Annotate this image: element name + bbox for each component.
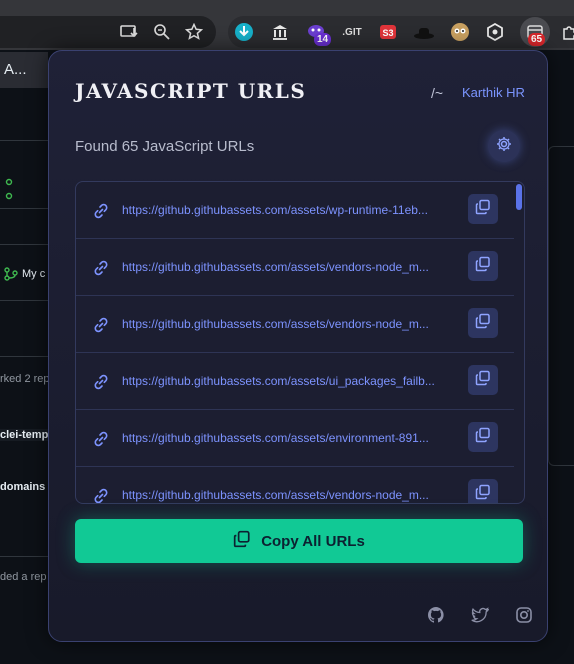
copy-icon xyxy=(475,484,491,504)
url-text[interactable]: https://github.githubassets.com/assets/v… xyxy=(122,316,460,332)
owl-extension-icon[interactable] xyxy=(448,20,472,44)
js-urls-popup: JAVASCRIPT URLS /~ Karthik HR Found 65 J… xyxy=(48,50,548,642)
copy-icon xyxy=(475,427,491,448)
link-icon xyxy=(92,259,110,277)
copy-url-button[interactable] xyxy=(468,422,498,452)
url-row: https://github.githubassets.com/assets/v… xyxy=(76,239,514,296)
copy-all-button[interactable]: Copy All URLs xyxy=(75,519,523,563)
url-text[interactable]: https://github.githubassets.com/assets/v… xyxy=(122,487,460,503)
divider xyxy=(0,140,48,141)
bg-repo-name[interactable]: clei-temp xyxy=(0,429,48,441)
git-extension-icon[interactable]: .GIT xyxy=(340,20,364,44)
bg-activity-text: ded a rep xyxy=(0,571,47,583)
extension-badge-14: 14 xyxy=(314,33,332,46)
copy-all-label: Copy All URLs xyxy=(261,532,365,550)
link-icon xyxy=(92,430,110,448)
github-icon[interactable] xyxy=(427,606,445,624)
zoom-icon[interactable] xyxy=(150,20,174,44)
copy-icon xyxy=(475,313,491,334)
svg-text:S3: S3 xyxy=(382,28,393,38)
divider xyxy=(0,556,48,557)
bg-activity-text: rked 2 rep xyxy=(0,373,48,385)
url-text[interactable]: https://github.githubassets.com/assets/v… xyxy=(122,259,460,275)
author-link[interactable]: Karthik HR xyxy=(462,85,525,100)
url-text[interactable]: https://github.githubassets.com/assets/w… xyxy=(122,202,460,218)
gear-icon xyxy=(496,136,512,157)
hexagon-extension-icon[interactable] xyxy=(483,20,507,44)
extensions-icon[interactable] xyxy=(558,20,574,44)
divider xyxy=(0,244,48,245)
s3-extension-icon[interactable]: S3 xyxy=(376,20,400,44)
bg-repo-link[interactable]: My c xyxy=(22,268,48,280)
scrollbar-thumb[interactable] xyxy=(516,184,522,210)
copy-icon xyxy=(475,256,491,277)
star-icon[interactable] xyxy=(182,20,206,44)
pull-request-icon xyxy=(4,178,14,205)
copy-icon xyxy=(475,199,491,220)
url-row: https://github.githubassets.com/assets/e… xyxy=(76,410,514,467)
git-branch-icon xyxy=(4,267,18,286)
copy-url-button[interactable] xyxy=(468,251,498,281)
found-count-text: Found 65 JavaScript URLs xyxy=(75,138,255,155)
download-extension-icon[interactable] xyxy=(232,20,256,44)
divider xyxy=(0,356,48,357)
link-icon xyxy=(92,487,110,503)
url-text[interactable]: https://github.githubassets.com/assets/e… xyxy=(122,430,460,446)
url-row: https://github.githubassets.com/assets/w… xyxy=(76,182,514,239)
copy-url-button[interactable] xyxy=(468,194,498,224)
settings-button[interactable] xyxy=(488,130,520,162)
copy-icon xyxy=(475,370,491,391)
scrollbar[interactable] xyxy=(514,182,524,503)
browser-toolbar: 14 .GIT S3 65 xyxy=(0,0,574,50)
install-icon[interactable] xyxy=(117,20,141,44)
link-icon xyxy=(92,316,110,334)
url-row: https://github.githubassets.com/assets/u… xyxy=(76,353,514,410)
divider xyxy=(0,208,48,209)
popup-title: JAVASCRIPT URLS xyxy=(75,79,307,103)
copy-url-button[interactable] xyxy=(468,365,498,395)
instagram-icon[interactable] xyxy=(515,606,533,624)
url-row: https://github.githubassets.com/assets/v… xyxy=(76,296,514,353)
divider xyxy=(0,300,48,301)
author-prefix: /~ xyxy=(431,85,444,101)
background-tab[interactable]: A... xyxy=(0,52,48,88)
link-icon xyxy=(92,202,110,220)
copy-icon xyxy=(233,530,251,552)
link-icon xyxy=(92,373,110,391)
hat-extension-icon[interactable] xyxy=(412,20,436,44)
background-side-panel xyxy=(548,146,574,466)
twitter-icon[interactable] xyxy=(471,606,490,624)
url-list[interactable]: https://github.githubassets.com/assets/w… xyxy=(75,181,525,504)
copy-url-button[interactable] xyxy=(468,308,498,338)
bank-extension-icon[interactable] xyxy=(268,20,292,44)
bg-repo-name[interactable]: domains xyxy=(0,481,48,493)
copy-url-button[interactable] xyxy=(468,479,498,504)
url-text[interactable]: https://github.githubassets.com/assets/u… xyxy=(122,373,460,389)
url-row: https://github.githubassets.com/assets/v… xyxy=(76,467,514,504)
extension-badge-65: 65 xyxy=(528,33,546,46)
